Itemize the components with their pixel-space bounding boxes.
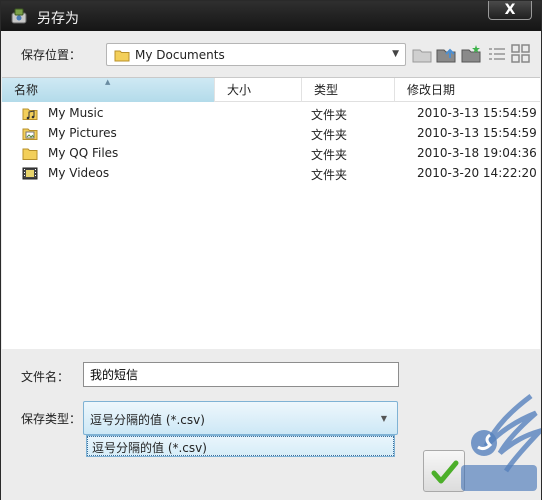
watermark-logo	[456, 391, 542, 497]
filetype-value: 逗号分隔的值 (*.csv)	[90, 413, 205, 427]
up-folder-icon[interactable]	[435, 43, 457, 65]
save-as-dialog: 另存为 X 保存位置： My Documents ▼ ▲ 名称 大小 类型 修改…	[0, 0, 542, 500]
save-in-label: 保存位置：	[21, 48, 82, 62]
list-header: ▲ 名称 大小 类型 修改日期	[2, 78, 540, 102]
column-header-size[interactable]: 大小	[215, 78, 302, 102]
music-folder-icon	[22, 105, 38, 121]
column-header-type[interactable]: 类型	[302, 78, 395, 102]
pictures-folder-icon	[22, 125, 38, 141]
column-header-date[interactable]: 修改日期	[395, 78, 540, 102]
toolbar: 保存位置： My Documents ▼	[1, 31, 541, 77]
filetype-label: 保存类型：	[21, 412, 82, 426]
list-item[interactable]: My Videos 文件夹 2010-3-20 14:22:20	[2, 163, 540, 183]
column-header-name[interactable]: ▲ 名称	[2, 78, 215, 102]
filetype-options-list: 逗号分隔的值 (*.csv)	[86, 435, 395, 457]
new-folder-icon[interactable]	[460, 43, 482, 65]
sort-ascending-icon: ▲	[105, 78, 111, 86]
list-view-icon[interactable]	[486, 43, 508, 65]
back-folder-icon[interactable]	[411, 43, 433, 65]
filename-input[interactable]	[83, 362, 399, 387]
chevron-down-icon: ▼	[392, 49, 399, 59]
filetype-dropdown[interactable]: 逗号分隔的值 (*.csv) ▼	[83, 401, 398, 435]
list-item[interactable]: My QQ Files 文件夹 2010-3-18 19:04:36	[2, 143, 540, 163]
folder-icon	[114, 48, 130, 65]
icon-view-icon[interactable]	[510, 43, 532, 65]
location-value: My Documents	[135, 48, 225, 62]
close-icon: X	[504, 2, 516, 18]
video-folder-icon	[22, 165, 38, 181]
list-item[interactable]: My Music 文件夹 2010-3-13 15:54:59	[2, 103, 540, 123]
close-button[interactable]: X	[488, 1, 532, 20]
title-bar[interactable]: 另存为 X	[1, 1, 541, 31]
filetype-option[interactable]: 逗号分隔的值 (*.csv)	[87, 436, 394, 456]
filename-label: 文件名：	[21, 370, 70, 384]
list-item[interactable]: My Pictures 文件夹 2010-3-13 15:54:59	[2, 123, 540, 143]
chevron-down-icon: ▼	[380, 414, 387, 423]
app-icon	[10, 7, 28, 25]
folder-icon	[22, 145, 38, 161]
location-dropdown[interactable]: My Documents ▼	[106, 43, 406, 66]
window-title: 另存为	[37, 11, 79, 27]
file-list[interactable]: ▲ 名称 大小 类型 修改日期 My Music 文件夹 2010-3-13 1…	[2, 77, 540, 349]
